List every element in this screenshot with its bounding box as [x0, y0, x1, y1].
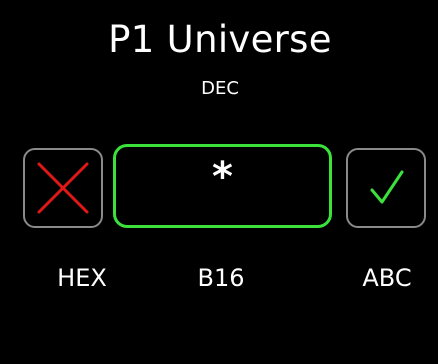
cancel-button[interactable]	[23, 148, 103, 228]
value-entry-field[interactable]: *	[113, 144, 332, 228]
entry-value: *	[212, 154, 233, 200]
input-mode-label: DEC	[201, 78, 239, 99]
abc-mode-button[interactable]: ABC	[342, 264, 432, 292]
b16-mode-button[interactable]: B16	[176, 264, 266, 292]
keypad-entry-screen: P1 Universe DEC * HEX B16 ABC	[0, 0, 440, 364]
page-title: P1 Universe	[108, 18, 332, 61]
close-icon	[37, 162, 89, 214]
confirm-button[interactable]	[346, 148, 426, 228]
check-icon	[370, 170, 404, 204]
hex-mode-button[interactable]: HEX	[37, 264, 127, 292]
